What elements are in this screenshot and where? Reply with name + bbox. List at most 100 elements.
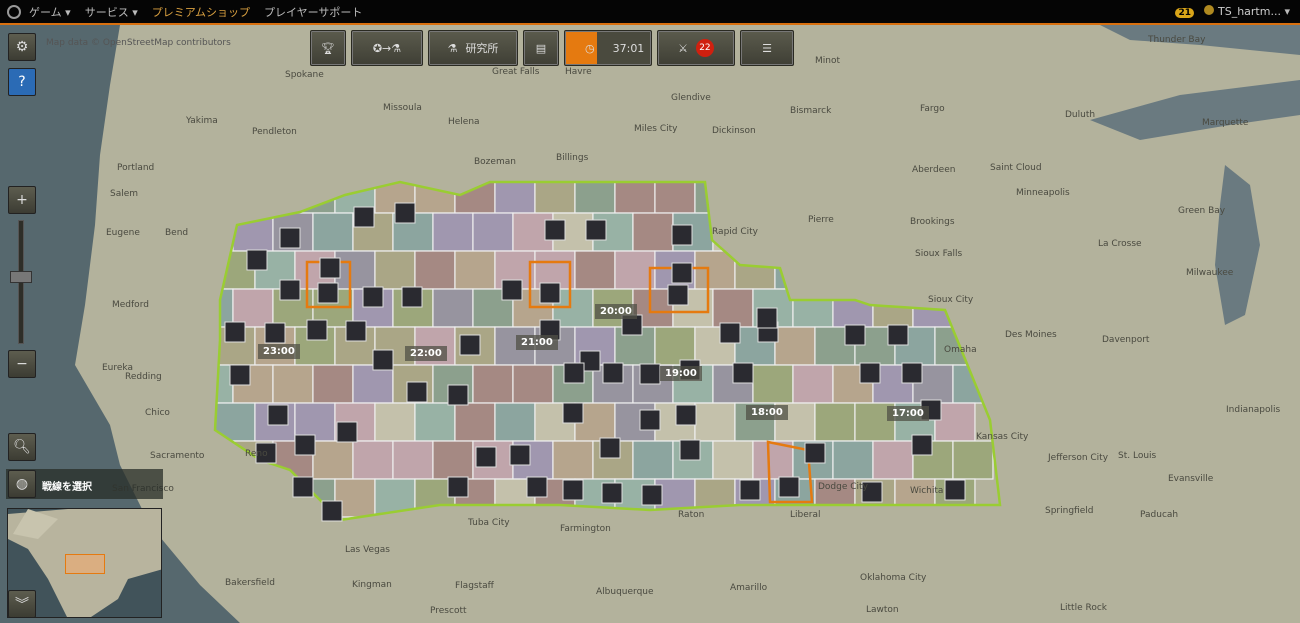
- clan-emblem-icon[interactable]: [756, 307, 778, 329]
- province[interactable]: [814, 175, 856, 214]
- province[interactable]: [872, 440, 914, 480]
- clan-emblem-icon[interactable]: [475, 446, 497, 468]
- province[interactable]: [734, 175, 776, 214]
- province[interactable]: [832, 440, 874, 480]
- clan-emblem-icon[interactable]: [679, 439, 701, 461]
- clan-emblem-icon[interactable]: [317, 282, 339, 304]
- province[interactable]: [392, 516, 434, 555]
- province[interactable]: [215, 175, 256, 214]
- province[interactable]: [814, 402, 856, 442]
- clan-emblem-icon[interactable]: [544, 219, 566, 241]
- help-button[interactable]: ?: [8, 68, 36, 96]
- nav-player-support[interactable]: プレイヤーサポート: [264, 4, 362, 20]
- battles-button[interactable]: ⚔ 22: [657, 30, 735, 66]
- province[interactable]: [534, 175, 576, 214]
- province[interactable]: [952, 364, 994, 404]
- province[interactable]: [312, 212, 354, 252]
- province[interactable]: [175, 402, 216, 442]
- clan-emblem-icon[interactable]: [353, 206, 375, 228]
- notifications-button[interactable]: 21: [1175, 5, 1194, 18]
- nav-premium-shop[interactable]: プレミアムショップ: [152, 4, 250, 20]
- province[interactable]: [632, 516, 674, 555]
- trophy-button[interactable]: 🏆︎: [310, 30, 346, 66]
- clan-emblem-icon[interactable]: [321, 500, 343, 522]
- province[interactable]: [552, 516, 594, 555]
- clan-emblem-icon[interactable]: [562, 479, 584, 501]
- province[interactable]: [472, 364, 514, 404]
- reserves-button[interactable]: ▤: [523, 30, 559, 66]
- province[interactable]: [792, 364, 834, 404]
- clan-emblem-icon[interactable]: [267, 404, 289, 426]
- clan-emblem-icon[interactable]: [641, 484, 663, 506]
- clan-emblem-icon[interactable]: [459, 334, 481, 356]
- province[interactable]: [432, 440, 474, 480]
- clan-emblem-icon[interactable]: [944, 479, 966, 501]
- province[interactable]: [175, 478, 216, 518]
- province[interactable]: [952, 212, 994, 252]
- province[interactable]: [654, 175, 696, 214]
- province[interactable]: [952, 440, 994, 480]
- province[interactable]: [934, 175, 976, 214]
- zoom-out-button[interactable]: −: [8, 350, 36, 378]
- province[interactable]: [414, 402, 456, 442]
- province[interactable]: [494, 402, 536, 442]
- province[interactable]: [232, 288, 274, 328]
- clan-emblem-icon[interactable]: [667, 284, 689, 306]
- clan-emblem-icon[interactable]: [671, 224, 693, 246]
- province[interactable]: [814, 250, 856, 290]
- province[interactable]: [694, 402, 736, 442]
- province[interactable]: [352, 440, 394, 480]
- clan-emblem-icon[interactable]: [345, 320, 367, 342]
- clan-emblem-icon[interactable]: [279, 279, 301, 301]
- province[interactable]: [912, 516, 954, 555]
- province[interactable]: [712, 516, 754, 555]
- province[interactable]: [215, 478, 256, 518]
- zoom-in-button[interactable]: +: [8, 186, 36, 214]
- clan-emblem-icon[interactable]: [394, 202, 416, 224]
- research-button[interactable]: ⚗ 研究所: [428, 30, 518, 66]
- province[interactable]: [832, 516, 874, 555]
- province[interactable]: [175, 326, 216, 366]
- province[interactable]: [374, 250, 416, 290]
- province[interactable]: [894, 478, 936, 518]
- clan-emblem-icon[interactable]: [844, 324, 866, 346]
- clan-emblem-icon[interactable]: [447, 476, 469, 498]
- clan-emblem-icon[interactable]: [911, 434, 933, 456]
- clan-emblem-icon[interactable]: [602, 362, 624, 384]
- province[interactable]: [672, 516, 714, 555]
- province[interactable]: [832, 212, 874, 252]
- clan-emblem-icon[interactable]: [739, 479, 761, 501]
- province[interactable]: [712, 440, 754, 480]
- province[interactable]: [774, 175, 816, 214]
- nav-services[interactable]: サービス ▾: [85, 4, 138, 20]
- clan-emblem-icon[interactable]: [599, 437, 621, 459]
- province[interactable]: [774, 326, 816, 366]
- province[interactable]: [574, 250, 616, 290]
- province[interactable]: [872, 516, 914, 555]
- clan-emblem-icon[interactable]: [601, 482, 623, 504]
- province[interactable]: [712, 288, 754, 328]
- turn-timer-button[interactable]: ◷ 37:01: [564, 30, 652, 66]
- province[interactable]: [193, 516, 234, 555]
- province[interactable]: [752, 212, 794, 252]
- clan-emblem-icon[interactable]: [362, 286, 384, 308]
- clan-emblem-icon[interactable]: [732, 362, 754, 384]
- province[interactable]: [734, 250, 776, 290]
- province[interactable]: [472, 212, 514, 252]
- clan-emblem-icon[interactable]: [526, 476, 548, 498]
- nav-game[interactable]: ゲーム ▾: [29, 4, 71, 20]
- province[interactable]: [752, 364, 794, 404]
- province[interactable]: [792, 288, 834, 328]
- province[interactable]: [694, 175, 736, 214]
- clan-emblem-icon[interactable]: [279, 227, 301, 249]
- province[interactable]: [854, 175, 896, 214]
- province[interactable]: [632, 212, 674, 252]
- province[interactable]: [552, 440, 594, 480]
- clan-emblem-icon[interactable]: [859, 362, 881, 384]
- clan-emblem-icon[interactable]: [319, 257, 341, 279]
- province[interactable]: [894, 175, 936, 214]
- province[interactable]: [494, 175, 536, 214]
- clan-emblem-icon[interactable]: [563, 362, 585, 384]
- clan-emblem-icon[interactable]: [639, 363, 661, 385]
- province[interactable]: [574, 175, 616, 214]
